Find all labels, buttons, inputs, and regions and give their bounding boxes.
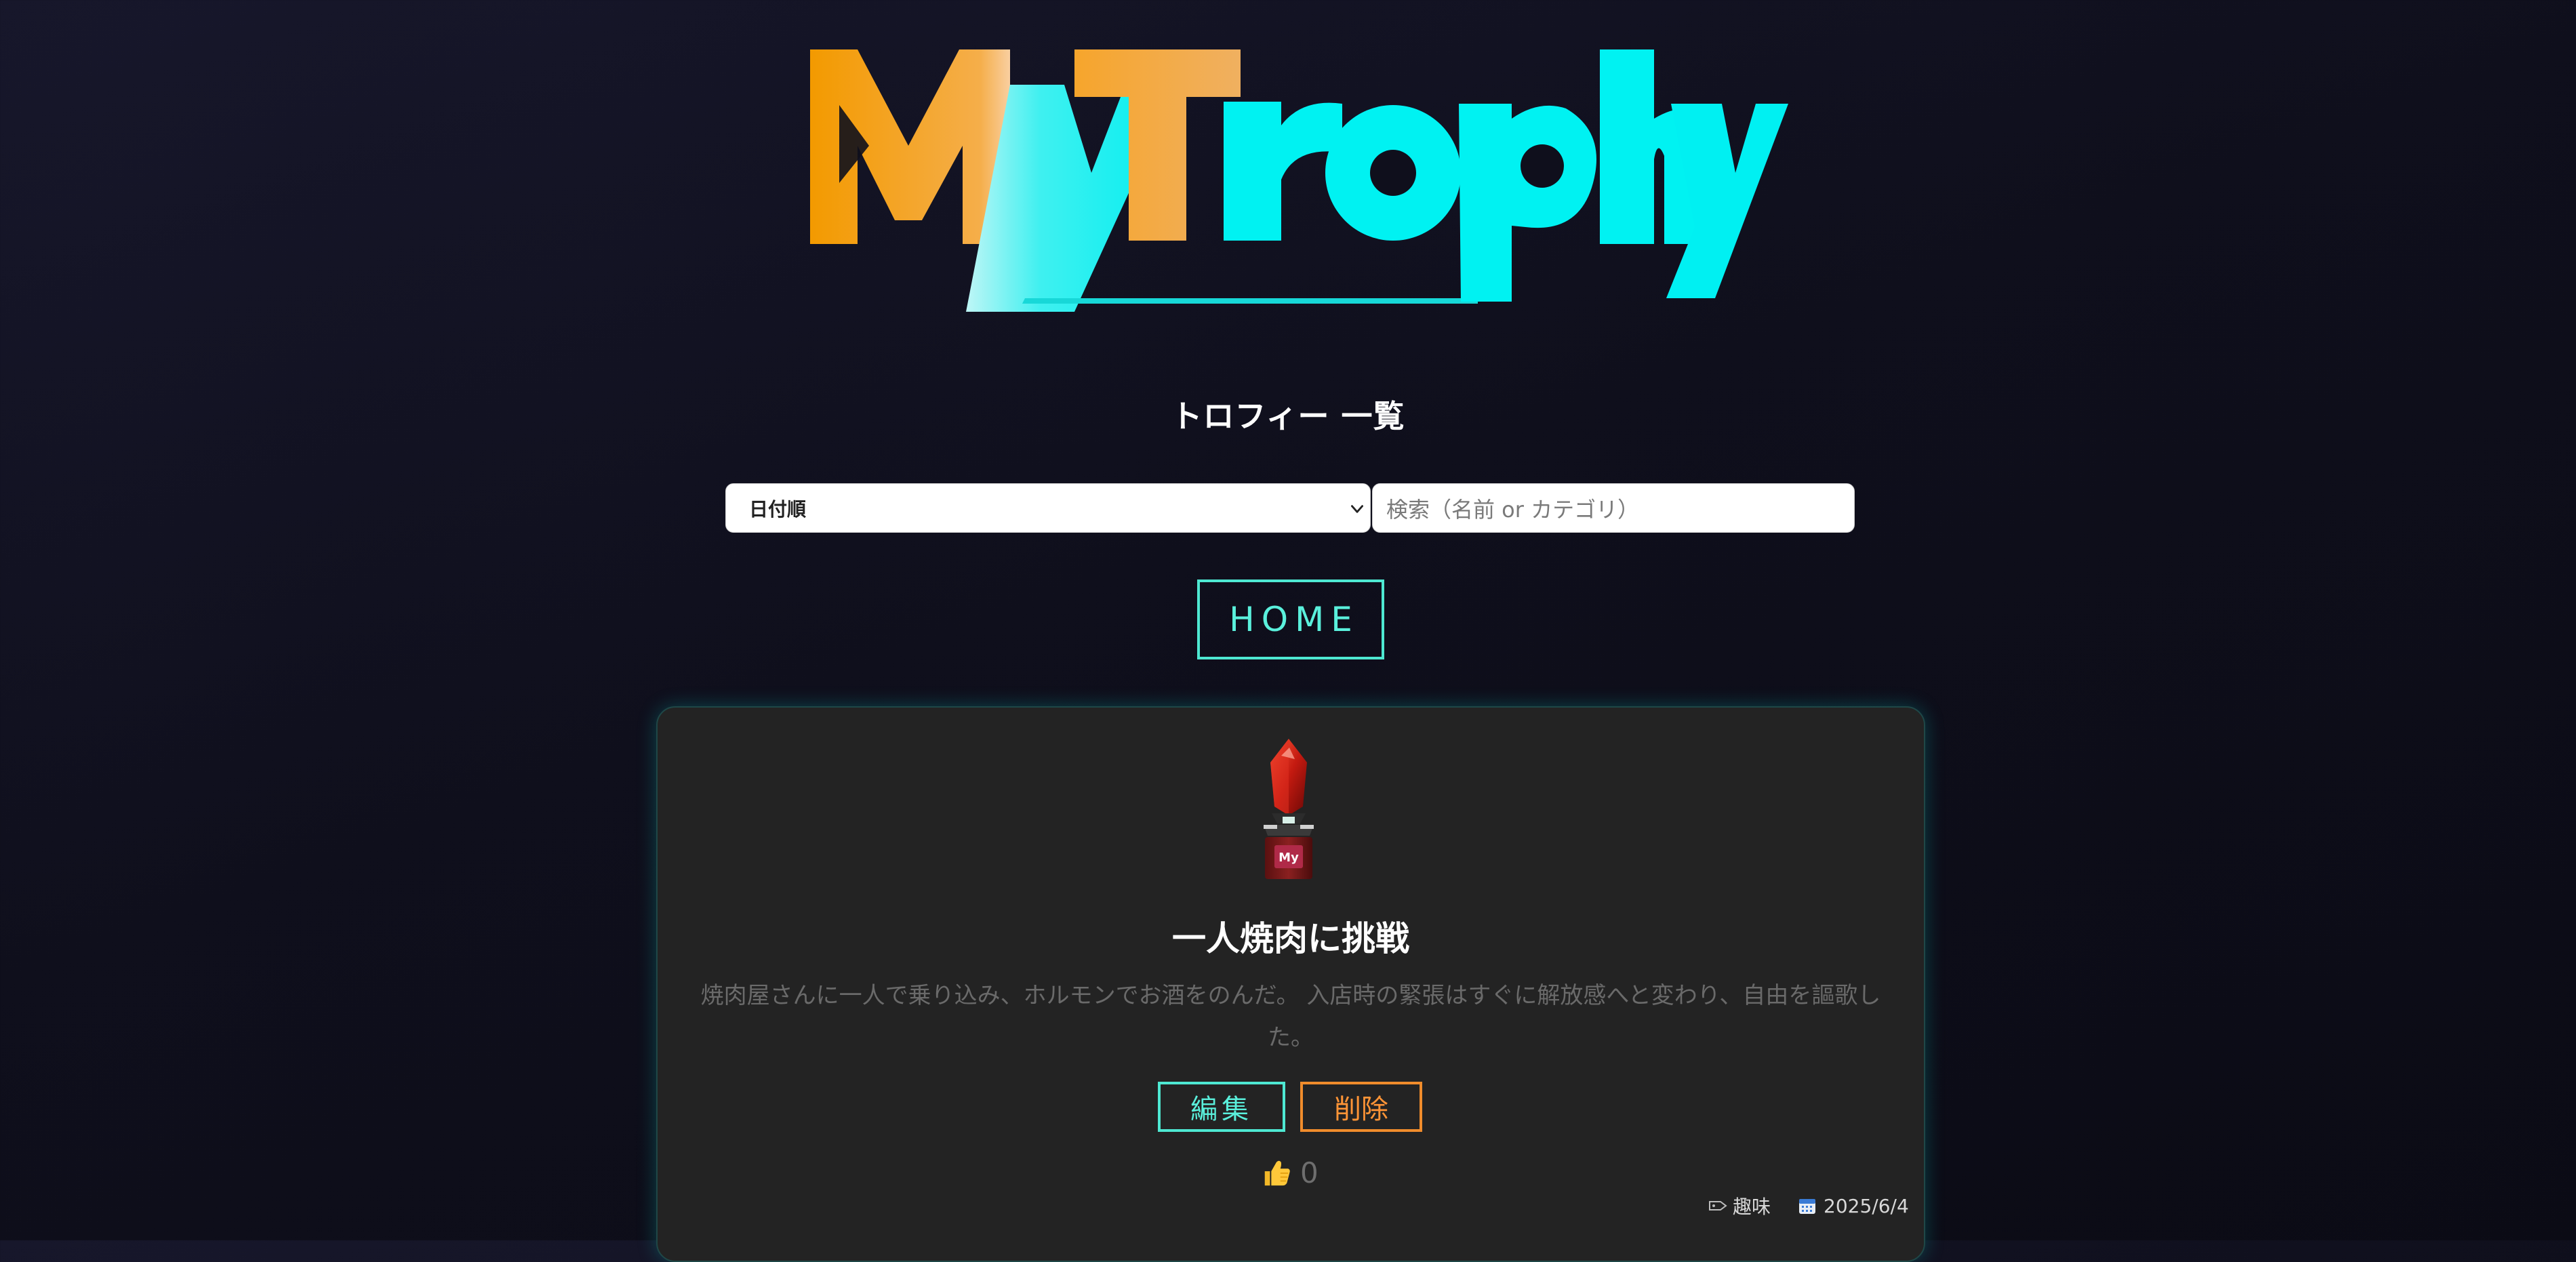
- trophy-image: My: [1241, 735, 1337, 884]
- edit-button[interactable]: 編集: [1158, 1082, 1285, 1132]
- calendar-icon: [1799, 1199, 1815, 1214]
- page-title: トロフィー 一覧: [1171, 398, 1405, 434]
- delete-button[interactable]: 削除: [1300, 1082, 1422, 1132]
- trophy-name: 一人焼肉に挑戦: [1172, 919, 1409, 958]
- trophy-date: 2025/6/4: [1798, 1193, 1909, 1219]
- logo: [807, 44, 1790, 312]
- date-label: 2025/6/4: [1824, 1194, 1909, 1217]
- mytrophy-logo-icon: [810, 49, 1788, 312]
- sort-select[interactable]: 日付順: [725, 483, 1371, 533]
- trophy-category: 趣味: [1708, 1193, 1771, 1219]
- like-count: 0: [1300, 1156, 1319, 1189]
- thumbs-up-icon: [1264, 1160, 1290, 1186]
- tag-icon: [1709, 1201, 1727, 1210]
- svg-text:My: My: [1279, 851, 1299, 865]
- category-label: 趣味: [1733, 1196, 1771, 1218]
- search-input[interactable]: 検索（名前 or カテゴリ）: [1372, 483, 1855, 533]
- sort-select-value: 日付順: [749, 497, 807, 521]
- like-button[interactable]: 0: [1261, 1154, 1319, 1192]
- home-button[interactable]: HOME: [1197, 579, 1384, 659]
- search-placeholder: 検索（名前 or カテゴリ）: [1386, 496, 1640, 523]
- trophy-description: 焼肉屋さんに一人で乗り込み、ホルモンでお酒をのんだ。 入店時の緊張はすぐに解放感…: [700, 982, 1881, 1051]
- trophy-icon: My: [1264, 739, 1314, 879]
- chevron-down-icon: [1351, 505, 1363, 513]
